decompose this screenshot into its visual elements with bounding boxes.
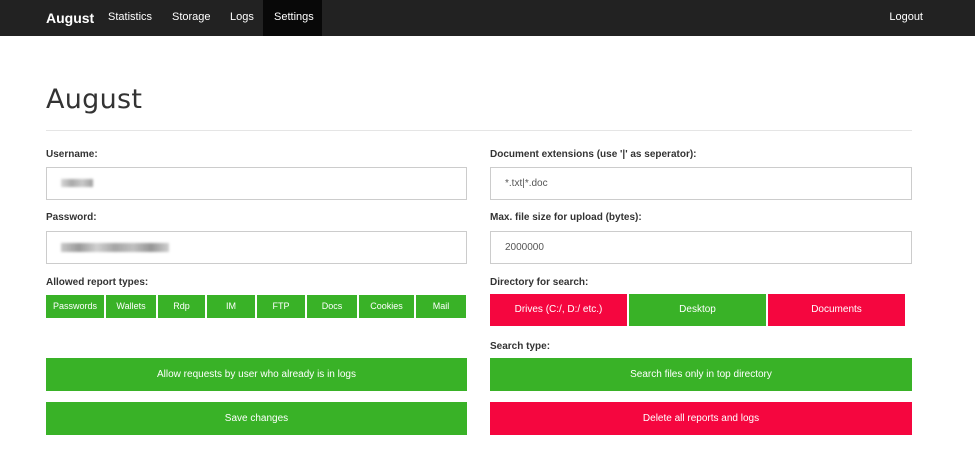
nav-statistics[interactable]: Statistics <box>97 0 163 36</box>
search-type-label: Search type: <box>490 341 551 352</box>
allow-requests-button[interactable]: Allow requests by user who already is in… <box>46 358 467 391</box>
max-file-size-input[interactable]: 2000000 <box>490 231 912 264</box>
report-type-docs[interactable]: Docs <box>307 295 357 318</box>
brand-link[interactable]: August <box>46 0 94 36</box>
dir-desktop-button[interactable]: Desktop <box>629 294 766 326</box>
max-file-size-label: Max. file size for upload (bytes): <box>490 212 642 223</box>
username-label: Username: <box>46 149 98 160</box>
directory-label: Directory for search: <box>490 277 589 288</box>
report-type-im[interactable]: IM <box>207 295 255 318</box>
report-type-ftp[interactable]: FTP <box>257 295 305 318</box>
nav-logs[interactable]: Logs <box>219 0 265 36</box>
nav-settings[interactable]: Settings <box>263 0 322 36</box>
logout-link[interactable]: Logout <box>889 0 923 36</box>
password-value-redacted <box>61 242 169 252</box>
report-type-wallets[interactable]: Wallets <box>106 295 156 318</box>
nav-storage[interactable]: Storage <box>161 0 222 36</box>
password-input[interactable] <box>46 231 467 264</box>
search-type-button[interactable]: Search files only in top directory <box>490 358 912 391</box>
top-navbar: August Statistics Storage Logs Settings … <box>0 0 975 36</box>
report-type-mail[interactable]: Mail <box>416 295 466 318</box>
page-title: August <box>46 84 143 115</box>
report-type-passwords[interactable]: Passwords <box>46 295 104 318</box>
report-types-label: Allowed report types: <box>46 277 149 288</box>
report-type-cookies[interactable]: Cookies <box>359 295 414 318</box>
doc-extensions-input[interactable]: *.txt|*.doc <box>490 167 912 200</box>
title-divider <box>46 130 912 131</box>
doc-extensions-label: Document extensions (use '|' as seperato… <box>490 149 697 160</box>
save-changes-button[interactable]: Save changes <box>46 402 467 435</box>
password-label: Password: <box>46 212 97 223</box>
dir-drives-button[interactable]: Drives (C:/, D:/ etc.) <box>490 294 627 326</box>
dir-documents-button[interactable]: Documents <box>768 294 905 326</box>
report-type-rdp[interactable]: Rdp <box>158 295 205 318</box>
username-value-redacted <box>61 179 93 188</box>
username-input[interactable] <box>46 167 467 200</box>
delete-reports-button[interactable]: Delete all reports and logs <box>490 402 912 435</box>
